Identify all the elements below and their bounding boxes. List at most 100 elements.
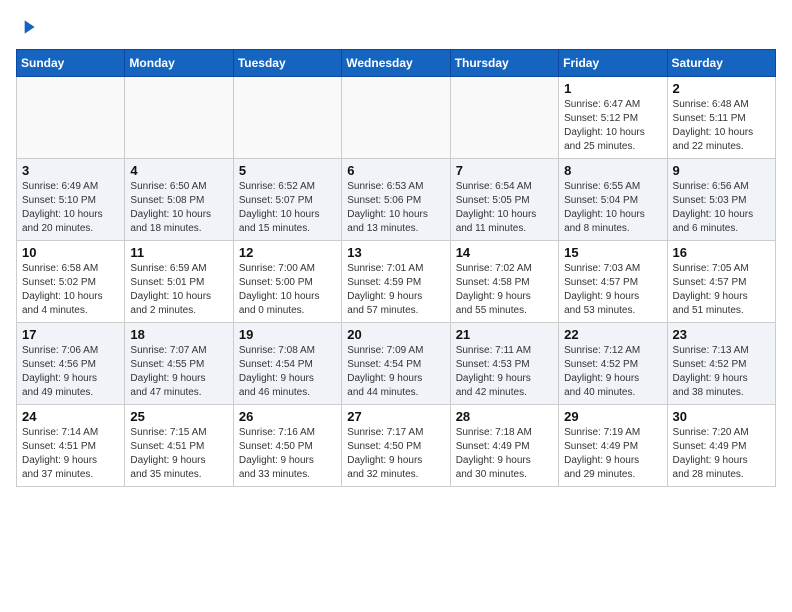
day-info: Sunrise: 7:19 AM Sunset: 4:49 PM Dayligh… bbox=[564, 426, 661, 482]
calendar-cell: 27 Sunrise: 7:17 AM Sunset: 4:50 PM Dayli… bbox=[342, 404, 450, 486]
day-info: Sunrise: 7:16 AM Sunset: 4:50 PM Dayligh… bbox=[239, 426, 336, 482]
calendar-cell: 22 Sunrise: 7:12 AM Sunset: 4:52 PM Dayli… bbox=[559, 322, 667, 404]
calendar-cell: 20 Sunrise: 7:09 AM Sunset: 4:54 PM Dayli… bbox=[342, 322, 450, 404]
day-info: Sunrise: 7:08 AM Sunset: 4:54 PM Dayligh… bbox=[239, 344, 336, 400]
day-number: 2 bbox=[673, 81, 770, 96]
col-header-monday: Monday bbox=[125, 49, 233, 76]
calendar-cell: 29 Sunrise: 7:19 AM Sunset: 4:49 PM Dayli… bbox=[559, 404, 667, 486]
col-header-sunday: Sunday bbox=[17, 49, 125, 76]
calendar-cell: 2 Sunrise: 6:48 AM Sunset: 5:11 PM Daylig… bbox=[667, 76, 775, 158]
day-info: Sunrise: 6:59 AM Sunset: 5:01 PM Dayligh… bbox=[130, 262, 227, 318]
day-number: 19 bbox=[239, 327, 336, 342]
day-info: Sunrise: 7:02 AM Sunset: 4:58 PM Dayligh… bbox=[456, 262, 553, 318]
calendar-cell: 19 Sunrise: 7:08 AM Sunset: 4:54 PM Dayli… bbox=[233, 322, 341, 404]
calendar-cell: 17Sunrise: 7:06 AM Sunset: 4:56 PM Dayli… bbox=[17, 322, 125, 404]
calendar-cell: 15 Sunrise: 7:03 AM Sunset: 4:57 PM Dayli… bbox=[559, 240, 667, 322]
col-header-thursday: Thursday bbox=[450, 49, 558, 76]
calendar-cell bbox=[450, 76, 558, 158]
calendar-cell: 10 Sunrise: 6:58 AM Sunset: 5:02 PM Dayli… bbox=[17, 240, 125, 322]
day-number: 20 bbox=[347, 327, 444, 342]
day-info: Sunrise: 7:13 AM Sunset: 4:52 PM Dayligh… bbox=[673, 344, 770, 400]
day-info: Sunrise: 6:50 AM Sunset: 5:08 PM Dayligh… bbox=[130, 180, 227, 236]
calendar-cell: 8 Sunrise: 6:55 AM Sunset: 5:04 PM Daylig… bbox=[559, 158, 667, 240]
day-number: 11 bbox=[130, 245, 227, 260]
day-number: 26 bbox=[239, 409, 336, 424]
calendar-cell bbox=[17, 76, 125, 158]
calendar-cell: 24 Sunrise: 7:14 AM Sunset: 4:51 PM Dayli… bbox=[17, 404, 125, 486]
day-number: 9 bbox=[673, 163, 770, 178]
day-info: Sunrise: 7:09 AM Sunset: 4:54 PM Dayligh… bbox=[347, 344, 444, 400]
week-row-2: 3 Sunrise: 6:49 AM Sunset: 5:10 PM Daylig… bbox=[17, 158, 776, 240]
day-info: Sunrise: 7:14 AM Sunset: 4:51 PM Dayligh… bbox=[22, 426, 119, 482]
day-info: Sunrise: 7:03 AM Sunset: 4:57 PM Dayligh… bbox=[564, 262, 661, 318]
day-number: 29 bbox=[564, 409, 661, 424]
day-info: Sunrise: 6:49 AM Sunset: 5:10 PM Dayligh… bbox=[22, 180, 119, 236]
day-number: 7 bbox=[456, 163, 553, 178]
calendar-cell bbox=[342, 76, 450, 158]
day-number: 18 bbox=[130, 327, 227, 342]
calendar-cell: 12 Sunrise: 7:00 AM Sunset: 5:00 PM Dayli… bbox=[233, 240, 341, 322]
day-number: 17 bbox=[22, 327, 119, 342]
day-info: Sunrise: 7:17 AM Sunset: 4:50 PM Dayligh… bbox=[347, 426, 444, 482]
calendar-cell: 28 Sunrise: 7:18 AM Sunset: 4:49 PM Dayli… bbox=[450, 404, 558, 486]
calendar-cell: 1 Sunrise: 6:47 AM Sunset: 5:12 PM Daylig… bbox=[559, 76, 667, 158]
col-header-wednesday: Wednesday bbox=[342, 49, 450, 76]
day-info: Sunrise: 6:48 AM Sunset: 5:11 PM Dayligh… bbox=[673, 98, 770, 154]
day-info: Sunrise: 7:12 AM Sunset: 4:52 PM Dayligh… bbox=[564, 344, 661, 400]
day-info: Sunrise: 6:53 AM Sunset: 5:06 PM Dayligh… bbox=[347, 180, 444, 236]
calendar-cell: 21 Sunrise: 7:11 AM Sunset: 4:53 PM Dayli… bbox=[450, 322, 558, 404]
col-header-friday: Friday bbox=[559, 49, 667, 76]
logo-icon bbox=[18, 17, 38, 37]
calendar-cell: 14 Sunrise: 7:02 AM Sunset: 4:58 PM Dayli… bbox=[450, 240, 558, 322]
day-number: 6 bbox=[347, 163, 444, 178]
day-number: 25 bbox=[130, 409, 227, 424]
calendar-header-row: SundayMondayTuesdayWednesdayThursdayFrid… bbox=[17, 49, 776, 76]
day-number: 27 bbox=[347, 409, 444, 424]
day-number: 30 bbox=[673, 409, 770, 424]
day-info: Sunrise: 7:05 AM Sunset: 4:57 PM Dayligh… bbox=[673, 262, 770, 318]
day-number: 8 bbox=[564, 163, 661, 178]
col-header-tuesday: Tuesday bbox=[233, 49, 341, 76]
calendar-cell bbox=[233, 76, 341, 158]
day-info: Sunrise: 7:01 AM Sunset: 4:59 PM Dayligh… bbox=[347, 262, 444, 318]
day-info: Sunrise: 7:00 AM Sunset: 5:00 PM Dayligh… bbox=[239, 262, 336, 318]
day-number: 12 bbox=[239, 245, 336, 260]
calendar-cell: 26 Sunrise: 7:16 AM Sunset: 4:50 PM Dayli… bbox=[233, 404, 341, 486]
day-number: 15 bbox=[564, 245, 661, 260]
day-info: Sunrise: 6:58 AM Sunset: 5:02 PM Dayligh… bbox=[22, 262, 119, 318]
calendar-table: SundayMondayTuesdayWednesdayThursdayFrid… bbox=[16, 49, 776, 487]
day-number: 10 bbox=[22, 245, 119, 260]
day-info: Sunrise: 6:55 AM Sunset: 5:04 PM Dayligh… bbox=[564, 180, 661, 236]
day-info: Sunrise: 7:11 AM Sunset: 4:53 PM Dayligh… bbox=[456, 344, 553, 400]
day-info: Sunrise: 6:54 AM Sunset: 5:05 PM Dayligh… bbox=[456, 180, 553, 236]
day-number: 21 bbox=[456, 327, 553, 342]
day-number: 1 bbox=[564, 81, 661, 96]
calendar-cell: 30 Sunrise: 7:20 AM Sunset: 4:49 PM Dayli… bbox=[667, 404, 775, 486]
day-info: Sunrise: 7:20 AM Sunset: 4:49 PM Dayligh… bbox=[673, 426, 770, 482]
day-info: Sunrise: 7:15 AM Sunset: 4:51 PM Dayligh… bbox=[130, 426, 227, 482]
calendar-cell: 3 Sunrise: 6:49 AM Sunset: 5:10 PM Daylig… bbox=[17, 158, 125, 240]
calendar-cell: 18 Sunrise: 7:07 AM Sunset: 4:55 PM Dayli… bbox=[125, 322, 233, 404]
day-number: 23 bbox=[673, 327, 770, 342]
week-row-4: 17Sunrise: 7:06 AM Sunset: 4:56 PM Dayli… bbox=[17, 322, 776, 404]
col-header-saturday: Saturday bbox=[667, 49, 775, 76]
calendar-cell: 25 Sunrise: 7:15 AM Sunset: 4:51 PM Dayli… bbox=[125, 404, 233, 486]
day-number: 22 bbox=[564, 327, 661, 342]
calendar-cell: 23 Sunrise: 7:13 AM Sunset: 4:52 PM Dayli… bbox=[667, 322, 775, 404]
day-number: 3 bbox=[22, 163, 119, 178]
day-info: Sunrise: 7:18 AM Sunset: 4:49 PM Dayligh… bbox=[456, 426, 553, 482]
calendar-cell: 7 Sunrise: 6:54 AM Sunset: 5:05 PM Daylig… bbox=[450, 158, 558, 240]
day-info: Sunrise: 6:47 AM Sunset: 5:12 PM Dayligh… bbox=[564, 98, 661, 154]
day-info: Sunrise: 6:52 AM Sunset: 5:07 PM Dayligh… bbox=[239, 180, 336, 236]
week-row-3: 10 Sunrise: 6:58 AM Sunset: 5:02 PM Dayli… bbox=[17, 240, 776, 322]
calendar-cell: 6 Sunrise: 6:53 AM Sunset: 5:06 PM Daylig… bbox=[342, 158, 450, 240]
week-row-1: 1 Sunrise: 6:47 AM Sunset: 5:12 PM Daylig… bbox=[17, 76, 776, 158]
logo bbox=[16, 16, 38, 37]
day-number: 13 bbox=[347, 245, 444, 260]
day-number: 28 bbox=[456, 409, 553, 424]
day-number: 14 bbox=[456, 245, 553, 260]
day-number: 4 bbox=[130, 163, 227, 178]
day-number: 5 bbox=[239, 163, 336, 178]
day-info: Sunrise: 7:07 AM Sunset: 4:55 PM Dayligh… bbox=[130, 344, 227, 400]
day-number: 24 bbox=[22, 409, 119, 424]
